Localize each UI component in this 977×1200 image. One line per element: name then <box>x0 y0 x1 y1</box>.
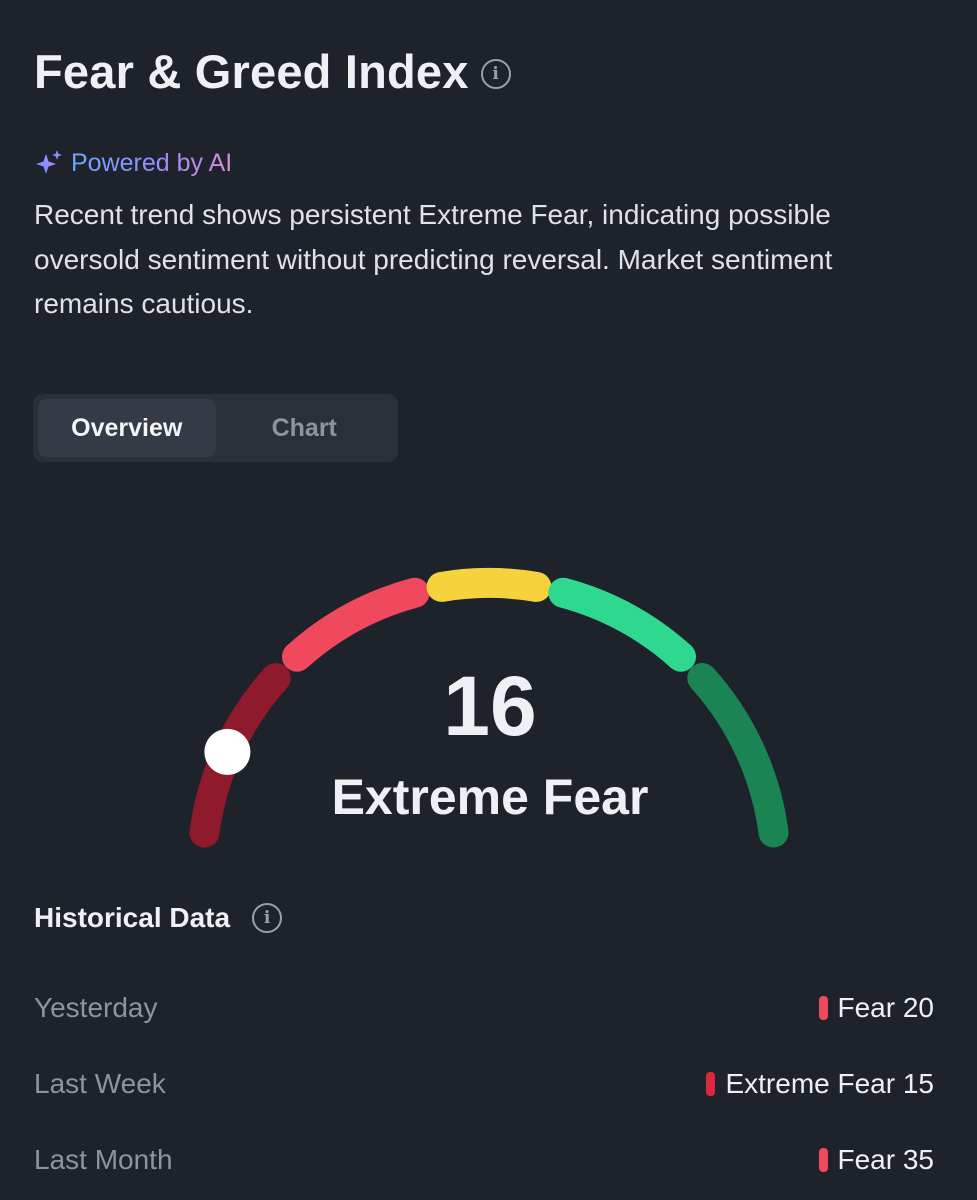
historical-value-text: Fear 35 <box>837 1144 935 1175</box>
historical-header: Historical Data i <box>34 902 283 934</box>
historical-period: Last Month <box>34 1144 173 1175</box>
tab-chart[interactable]: Chart <box>216 399 394 457</box>
gauge-value: 16 <box>443 659 537 753</box>
tab-overview[interactable]: Overview <box>38 399 216 457</box>
sentiment-color-bar <box>818 996 828 1020</box>
historical-row-last-week: Last Week Extreme Fear 15 <box>34 1064 934 1104</box>
gauge-segment-extreme-fear <box>189 663 291 848</box>
historical-value-text: Extreme Fear 15 <box>725 1068 934 1099</box>
gauge-segment-fear <box>282 577 430 672</box>
historical-value: Fear 20 <box>818 992 935 1024</box>
header: Fear & Greed Index i <box>34 44 511 99</box>
ai-summary-text: Recent trend shows persistent Extreme Fe… <box>34 199 833 319</box>
info-icon[interactable]: i <box>252 903 283 933</box>
page-title: Fear & Greed Index <box>34 45 469 98</box>
gauge-segment-greed <box>548 577 696 672</box>
powered-by-ai-label: Powered by AI <box>71 148 233 177</box>
sentiment-color-bar <box>818 1148 828 1172</box>
gauge-label: Extreme Fear <box>331 769 649 825</box>
historical-value: Extreme Fear 15 <box>706 1068 934 1100</box>
historical-period: Yesterday <box>34 992 158 1023</box>
gauge-segment-extreme-greed <box>687 663 789 848</box>
gauge-indicator <box>204 728 251 775</box>
historical-title: Historical Data <box>34 902 231 933</box>
info-icon[interactable]: i <box>480 58 511 89</box>
sentiment-color-bar <box>706 1072 716 1096</box>
view-tabs: Overview Chart <box>33 394 398 462</box>
historical-period: Last Week <box>34 1068 166 1099</box>
historical-row-last-month: Last Month Fear 35 <box>34 1140 934 1180</box>
ai-badge: Powered by AI <box>34 148 232 178</box>
sparkle-icon <box>36 150 62 174</box>
gauge-segment-neutral <box>426 568 552 602</box>
historical-value-text: Fear 20 <box>837 992 935 1023</box>
historical-value: Fear 35 <box>818 1144 935 1176</box>
historical-row-yesterday: Yesterday Fear 20 <box>34 988 934 1028</box>
